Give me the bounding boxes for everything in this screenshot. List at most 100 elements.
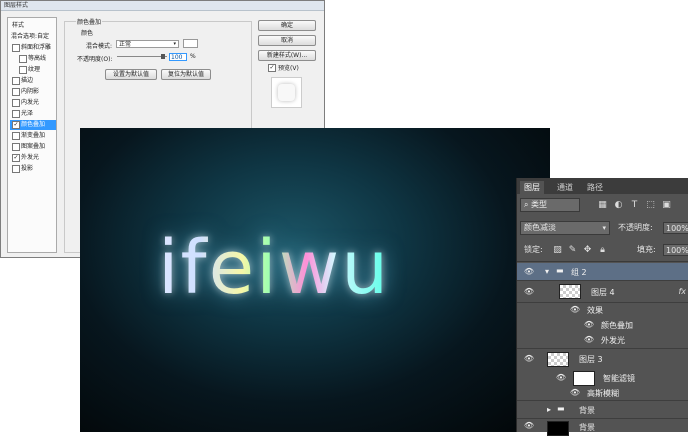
fill-input[interactable]: 100% <box>663 244 688 256</box>
style-label: 斜面和浮雕 <box>21 44 52 51</box>
reset-default-button[interactable]: 复位为默认值 <box>161 69 211 80</box>
style-item[interactable]: 内发光 <box>10 98 56 108</box>
layer-opacity-input[interactable]: 100% <box>663 222 688 234</box>
cancel-button[interactable]: 取消 <box>258 35 316 46</box>
opacity-slider-thumb[interactable] <box>161 54 165 59</box>
style-checkbox[interactable] <box>12 132 20 140</box>
eye-icon[interactable]: 👁︎ <box>555 373 567 382</box>
tab-layers[interactable]: 图层 <box>520 181 544 194</box>
percent-sign: % <box>190 53 196 60</box>
styles-list: 样式 混合选项:自定 斜面和浮雕等高线纹理描边内阴影内发光光泽 ✓ 颜色叠加渐变叠加… <box>7 17 57 253</box>
adjustment-filter-icon[interactable]: ◐ <box>613 200 624 211</box>
style-checkbox[interactable]: ✓ <box>12 121 20 129</box>
style-checkbox[interactable] <box>12 99 20 107</box>
kind-filter-select[interactable]: ⌕ 类型 <box>520 198 580 212</box>
filter-row-gaussian-blur[interactable]: 👁︎ 高斯模糊 <box>517 386 688 401</box>
style-checkbox[interactable] <box>19 66 27 74</box>
smart-filter-row[interactable]: 👁︎ 智能滤镜 <box>517 370 688 386</box>
blend-mode-dropdown[interactable]: 颜色减淡 ▾ <box>520 221 610 235</box>
expand-arrow-icon[interactable]: ▾ <box>545 267 549 276</box>
blend-options-item[interactable]: 混合选项:自定 <box>11 31 49 40</box>
effect-name: 外发光 <box>601 336 625 345</box>
eye-icon[interactable]: 👁︎ <box>523 287 535 296</box>
glowing-text: ifeiwu <box>158 225 391 311</box>
ok-button[interactable]: 确定 <box>258 20 316 31</box>
effects-row[interactable]: 👁︎ 效果 <box>517 303 688 318</box>
layer-thumbnail <box>547 421 569 436</box>
overlay-color-swatch[interactable] <box>183 39 198 48</box>
shape-filter-icon[interactable]: ⬚ <box>645 200 656 211</box>
style-label: 图案叠加 <box>21 143 46 150</box>
opacity-input[interactable]: 100 <box>169 53 187 61</box>
blend-mode-select[interactable]: 正常 ▾ <box>116 40 179 48</box>
style-checkbox[interactable] <box>12 110 20 118</box>
lock-transparent-icon[interactable]: ▨ <box>552 245 563 256</box>
eye-icon[interactable]: 👁︎ <box>583 320 595 329</box>
layer-row-background-group[interactable]: ▸ ▬ 背景 <box>517 401 688 419</box>
style-item[interactable]: ✓ 颜色叠加 <box>10 120 56 130</box>
smart-object-filter-icon[interactable]: ▣ <box>661 200 672 211</box>
style-checkbox[interactable] <box>12 77 20 85</box>
lock-all-icon[interactable]: 🔒︎ <box>597 245 608 256</box>
layer-row-group2[interactable]: 👁︎ ▾ ▬ 组 2 <box>517 263 688 281</box>
eye-icon[interactable]: 👁︎ <box>583 335 595 344</box>
pixel-filter-icon[interactable]: ▦ <box>597 200 608 211</box>
style-checkbox[interactable] <box>12 143 20 151</box>
effect-name: 颜色叠加 <box>601 321 633 330</box>
opacity-slider-track[interactable] <box>117 56 167 57</box>
style-item[interactable]: 描边 <box>10 76 56 86</box>
type-filter-icon[interactable]: T <box>629 200 640 211</box>
effect-row-outer-glow[interactable]: 👁︎ 外发光 <box>517 333 688 349</box>
eye-icon[interactable]: 👁︎ <box>523 421 535 430</box>
folder-icon: ▬ <box>557 404 565 413</box>
search-icon: ⌕ <box>524 200 529 209</box>
fx-icon[interactable]: fx <box>678 287 686 296</box>
style-item[interactable]: 内阴影 <box>10 87 56 97</box>
style-checkbox[interactable] <box>12 88 20 96</box>
layer-name: 组 2 <box>571 268 587 277</box>
eye-icon[interactable]: 👁︎ <box>523 267 535 276</box>
new-style-button[interactable]: 新建样式(W)... <box>258 50 316 61</box>
eye-icon[interactable]: 👁︎ <box>569 388 581 397</box>
style-checkbox[interactable] <box>12 44 20 52</box>
preview-checkbox[interactable]: ✓ <box>268 64 276 72</box>
lock-position-icon[interactable]: ✥ <box>582 245 593 256</box>
opacity-label: 不透明度(O): <box>77 56 113 63</box>
style-checkbox[interactable] <box>12 165 20 173</box>
style-item[interactable]: 纹理 <box>10 65 56 75</box>
fill-label: 填充: <box>637 245 656 254</box>
layer-name: 图层 3 <box>579 355 603 364</box>
style-label: 描边 <box>21 77 34 84</box>
eye-icon[interactable]: 👁︎ <box>523 354 535 363</box>
lock-image-icon[interactable]: ✎ <box>567 245 578 256</box>
layer-row-background[interactable]: 👁︎ 背景 <box>517 419 688 436</box>
style-item[interactable]: 图案叠加 <box>10 142 56 152</box>
style-item[interactable]: ✓ 外发光 <box>10 153 56 163</box>
make-default-button[interactable]: 设置为默认值 <box>105 69 157 80</box>
style-label: 内阴影 <box>21 88 40 95</box>
chevron-down-icon: ▾ <box>602 224 606 232</box>
layer-row-layer3[interactable]: 👁︎ 图层 3 <box>517 349 688 370</box>
layer-opacity-label: 不透明度: <box>618 223 653 232</box>
layer-row-layer4[interactable]: 👁︎ 图层 4 fx <box>517 281 688 303</box>
style-item[interactable]: 渐变叠加 <box>10 131 56 141</box>
expand-arrow-icon[interactable]: ▸ <box>547 405 551 414</box>
style-item[interactable]: 斜面和浮雕 <box>10 43 56 53</box>
style-label: 内发光 <box>21 99 40 106</box>
style-checkbox[interactable] <box>19 55 27 63</box>
style-label: 纹理 <box>28 66 41 73</box>
tab-paths[interactable]: 路径 <box>583 181 607 194</box>
filter-name: 高斯模糊 <box>587 389 619 398</box>
eye-icon[interactable]: 👁︎ <box>569 305 581 314</box>
style-checkbox[interactable]: ✓ <box>12 154 20 162</box>
tab-channels[interactable]: 通道 <box>553 181 577 194</box>
preview-label: 预览(V) <box>278 65 299 72</box>
style-item[interactable]: 等高线 <box>10 54 56 64</box>
style-item[interactable]: 光泽 <box>10 109 56 119</box>
style-label: 渐变叠加 <box>21 132 46 139</box>
style-item[interactable]: 投影 <box>10 164 56 174</box>
layer-name: 背景 <box>579 423 595 432</box>
blend-mode-value: 正常 <box>119 41 132 48</box>
effect-row-color-overlay[interactable]: 👁︎ 颜色叠加 <box>517 318 688 333</box>
styles-header[interactable]: 样式 <box>12 20 24 29</box>
